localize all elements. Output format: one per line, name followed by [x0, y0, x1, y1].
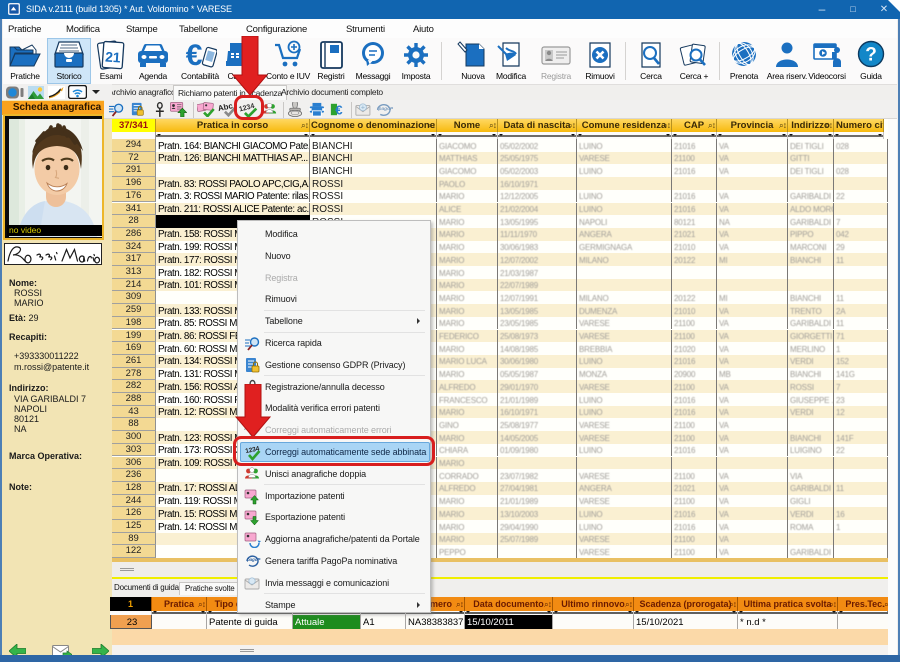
- svg-text:pagoP: pagoP: [246, 557, 261, 562]
- svg-text:€: €: [335, 102, 343, 117]
- svg-text:21: 21: [105, 49, 122, 66]
- svg-text:€: €: [186, 40, 203, 70]
- svg-text:?: ?: [865, 45, 876, 66]
- svg-text:pagoP: pagoP: [378, 106, 393, 112]
